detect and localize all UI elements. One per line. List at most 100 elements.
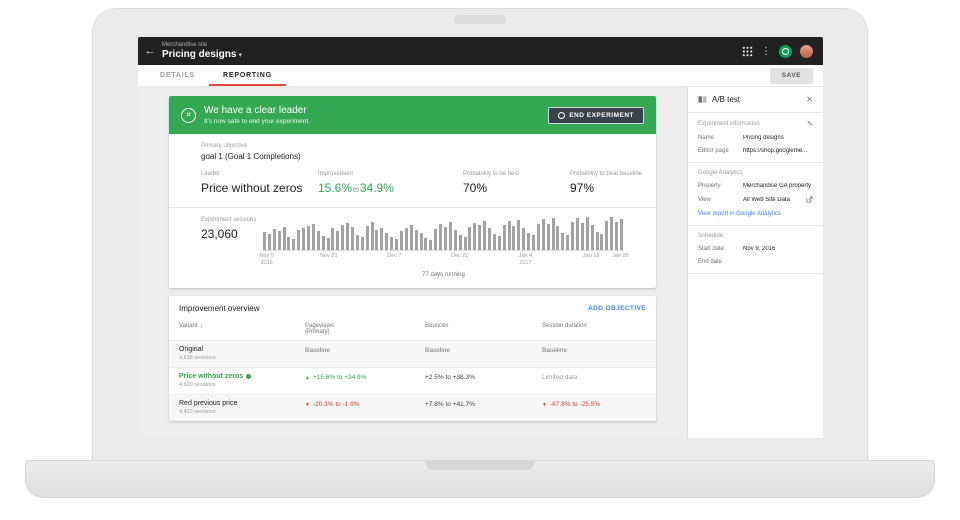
improvement-to: 34.9% [359, 181, 394, 195]
metric-label: Leader [201, 171, 220, 177]
sessions-label: Experiment sessions [201, 217, 257, 223]
chart-bar [595, 232, 599, 250]
chart-bar [453, 230, 457, 250]
apps-grid-icon[interactable] [742, 46, 753, 57]
ab-test-icon [698, 96, 707, 103]
chart-x-axis: Nov 9 2016 Nov 23 Dec 7 Dec 21 Jan 4 2017 … [259, 253, 628, 267]
chart-bar [336, 231, 340, 250]
chart-bar [297, 230, 301, 250]
overflow-menu-icon[interactable]: ⋮ [761, 46, 771, 57]
chart-bar [531, 235, 535, 250]
sessions-chart-column: Nov 9 2016 Nov 23 Dec 7 Dec 21 Jan 4 2017 … [259, 217, 629, 280]
chart-bar [483, 221, 487, 250]
chart-bar [585, 217, 589, 250]
objective-value: goal 1 (Goal 1 Completions) [201, 152, 301, 161]
editor-page-row: Editor page https://shop.googleme... [698, 148, 813, 154]
bounces-cell: Baseline [425, 347, 450, 354]
chart-bar [331, 228, 335, 250]
page-title[interactable]: Pricing designs ▾ [162, 50, 242, 60]
back-button[interactable]: ← [138, 45, 162, 57]
overview-title: Improvement overview [179, 304, 260, 313]
duration-cell: ▼ -87.8% to -25.5% [542, 401, 601, 408]
report-main: ✕ We have a clear leader It's now safe t… [138, 87, 687, 438]
pageviews-cell: ▲ +15.6% to +34.9% [305, 374, 367, 381]
chart-bar [600, 234, 604, 250]
tab-details[interactable]: DETAILS [146, 65, 209, 86]
sessions-info: Experiment sessions 23,060 [201, 217, 263, 280]
axis-tick: Nov 9 2016 [259, 253, 274, 266]
chart-bar [346, 223, 350, 250]
chart-bar [473, 223, 477, 250]
chart-bar [307, 226, 311, 250]
chart-bar [571, 222, 575, 250]
field-value: Nov 9, 2016 [743, 246, 776, 252]
report-card: ✕ We have a clear leader It's now safe t… [169, 96, 656, 288]
tab-reporting[interactable]: REPORTING [209, 65, 286, 86]
schedule-section: Schedule Start date Nov 9, 2016 End date [688, 226, 823, 273]
axis-tick: Dec 7 [387, 253, 402, 259]
chart-bar [311, 224, 315, 250]
view-report-link[interactable]: View report in Google Analytics [698, 211, 813, 217]
record-circle-icon [558, 111, 566, 119]
bounces-cell: +2.5% to +38.3% [425, 374, 475, 381]
chart-bar [605, 221, 609, 250]
edit-pencil-icon[interactable]: ✎ [807, 120, 813, 128]
external-link-icon[interactable] [806, 196, 813, 203]
arrow-down-icon: ▼ [542, 402, 547, 408]
metric-probability-beat: Probability to beat baseline 97% [570, 171, 646, 195]
metric-value: Price without zeros [201, 181, 303, 195]
leader-badge-icon [246, 374, 252, 379]
column-variant[interactable]: Variant ↓ [179, 323, 305, 335]
column-bounces[interactable]: Bounces [425, 323, 542, 335]
chart-bar [414, 230, 418, 250]
chart-bar [351, 227, 355, 250]
experiment-title: Pricing designs [162, 49, 237, 60]
chart-bar [292, 239, 296, 250]
save-button[interactable]: SAVE [769, 68, 813, 83]
details-sidebar: A/B test ✕ Experiment information ✎ Name… [687, 87, 823, 438]
column-session-duration[interactable]: Session duration [542, 323, 646, 335]
axis-tick: Jan 25 [612, 253, 629, 259]
table-row-red-price[interactable]: Red previous price 4,433 sessions ▼ -20.3… [169, 394, 656, 421]
sort-down-icon: ↓ [199, 323, 203, 329]
chart-bar [502, 225, 506, 250]
table-row-leader[interactable]: Price without zeros 4,609 sessions ▲ +15.… [169, 367, 656, 394]
section-heading: Google Analytics [698, 170, 743, 176]
add-objective-link[interactable]: ADD OBJECTIVE [588, 305, 646, 312]
chart-bar [390, 237, 394, 250]
metric-label: Probability to beat baseline [570, 171, 643, 177]
chart-bar [439, 224, 443, 250]
table-header: Variant ↓ Pageviews (Primary) Bounces Ses… [169, 320, 656, 340]
chart-bar [287, 237, 291, 250]
user-avatar[interactable] [800, 44, 813, 58]
chart-bar [507, 221, 511, 250]
metric-leader: Leader Price without zeros [201, 171, 318, 195]
laptop-base [25, 460, 935, 498]
chart-bar [517, 220, 521, 250]
field-value: All Web Site Data [743, 196, 790, 203]
field-label: End date [698, 259, 723, 265]
end-experiment-button[interactable]: END EXPERIMENT [548, 106, 644, 124]
chart-bar [576, 218, 579, 250]
field-label: Editor page [698, 148, 729, 154]
chart-bar [380, 228, 384, 250]
section-heading: Schedule [698, 233, 724, 239]
metric-value: 97% [570, 181, 595, 195]
metric-probability-best: Probability to be best 70% [463, 171, 570, 195]
sessions-section: Experiment sessions 23,060 Nov 9 2016 Nov… [169, 208, 656, 288]
chart-bar [321, 236, 325, 250]
chart-bar [302, 228, 306, 250]
end-date-row: End date [698, 259, 813, 265]
chart-bar [615, 222, 619, 250]
chart-bar [424, 238, 428, 250]
close-icon[interactable]: ✕ [806, 95, 813, 104]
view-row: View All Web Site Data [698, 196, 813, 203]
table-row-original[interactable]: Original 4,618 sessions Baseline Baselin… [169, 340, 656, 367]
column-pageviews[interactable]: Pageviews (Primary) [305, 323, 425, 335]
optimize-avatar[interactable] [779, 44, 792, 58]
chart-bar [448, 222, 452, 250]
sidebar-title: A/B test [712, 95, 741, 104]
primary-objective: Primary objective goal 1 (Goal 1 Complet… [169, 134, 656, 161]
sidebar-header: A/B test ✕ [688, 87, 823, 112]
end-experiment-label: END EXPERIMENT [569, 111, 634, 119]
